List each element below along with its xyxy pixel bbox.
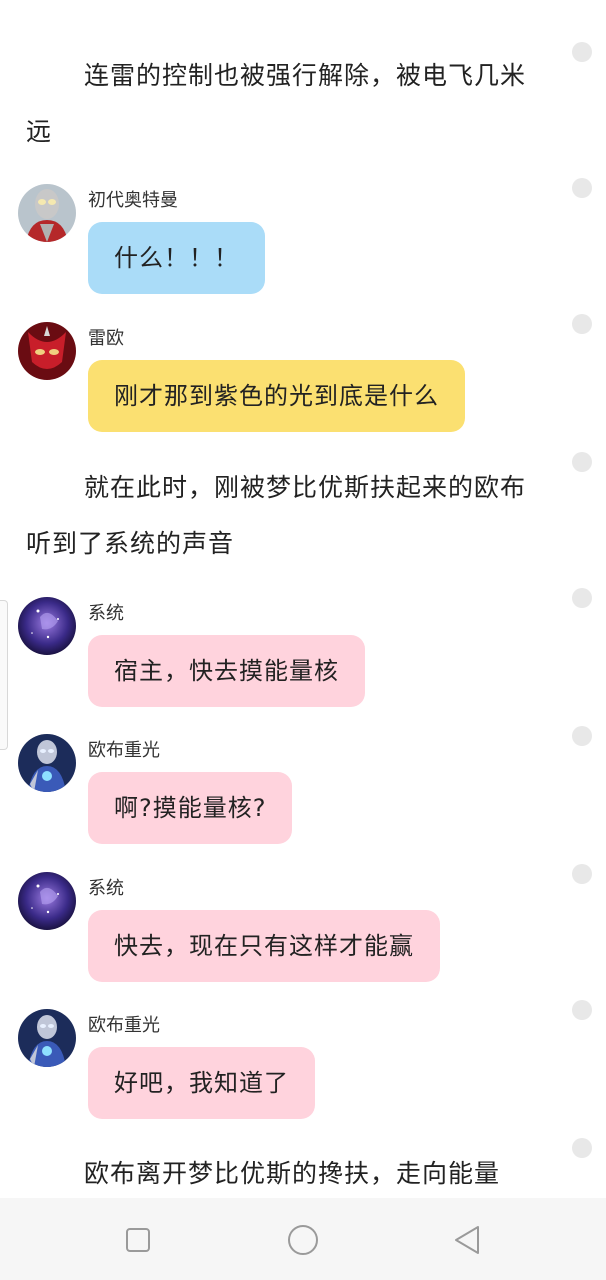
system-avatar[interactable] — [18, 597, 76, 655]
edge-drag-handle[interactable] — [0, 600, 8, 750]
system-avatar[interactable] — [18, 872, 76, 930]
message-marker-dot[interactable] — [572, 178, 592, 198]
ultraman-avatar[interactable] — [18, 184, 76, 242]
story-chat-page: 连雷的控制也被强行解除，被电飞几米远 初代奥特曼 什么！！！ 雷欧 刚才那到紫色… — [0, 0, 606, 1280]
message-marker-dot[interactable] — [572, 726, 592, 746]
sender-name: 雷欧 — [88, 328, 124, 349]
message-bubble[interactable]: 宿主，快去摸能量核 — [88, 635, 365, 707]
message-bubble[interactable]: 快去，现在只有这样才能赢 — [88, 910, 440, 982]
narration-paragraph: 连雷的控制也被强行解除，被电飞几米远 — [26, 61, 527, 146]
message-marker-dot[interactable] — [572, 1138, 592, 1158]
triangle-back-icon[interactable] — [448, 1220, 488, 1260]
orb-avatar[interactable] — [18, 1009, 76, 1067]
narration-paragraph: 欧布离开梦比优斯的搀扶，走向能量 — [84, 1159, 501, 1188]
sender-name: 欧布重光 — [88, 740, 160, 761]
message-bubble[interactable]: 啊?摸能量核? — [88, 772, 293, 844]
narration-paragraph: 就在此时，刚被梦比优斯扶起来的欧布听到了系统的声音 — [26, 473, 527, 558]
circle-home-icon[interactable] — [283, 1220, 323, 1260]
system-navigation-bar — [0, 1198, 606, 1280]
orb-avatar[interactable] — [18, 734, 76, 792]
leo-avatar[interactable] — [18, 322, 76, 380]
sender-name: 系统 — [88, 878, 124, 899]
sender-name: 初代奥特曼 — [88, 190, 178, 211]
message-bubble[interactable]: 好吧，我知道了 — [88, 1047, 315, 1119]
message-marker-dot[interactable] — [572, 588, 592, 608]
message-marker-dot[interactable] — [572, 42, 592, 62]
message-marker-dot[interactable] — [572, 864, 592, 884]
sender-name: 系统 — [88, 603, 124, 624]
message-bubble[interactable]: 刚才那到紫色的光到底是什么 — [88, 360, 465, 432]
square-recent-icon[interactable] — [118, 1220, 158, 1260]
message-marker-dot[interactable] — [572, 314, 592, 334]
message-bubble[interactable]: 什么！！！ — [88, 222, 265, 294]
message-marker-dot[interactable] — [572, 1000, 592, 1020]
sender-name: 欧布重光 — [88, 1015, 160, 1036]
message-marker-dot[interactable] — [572, 452, 592, 472]
